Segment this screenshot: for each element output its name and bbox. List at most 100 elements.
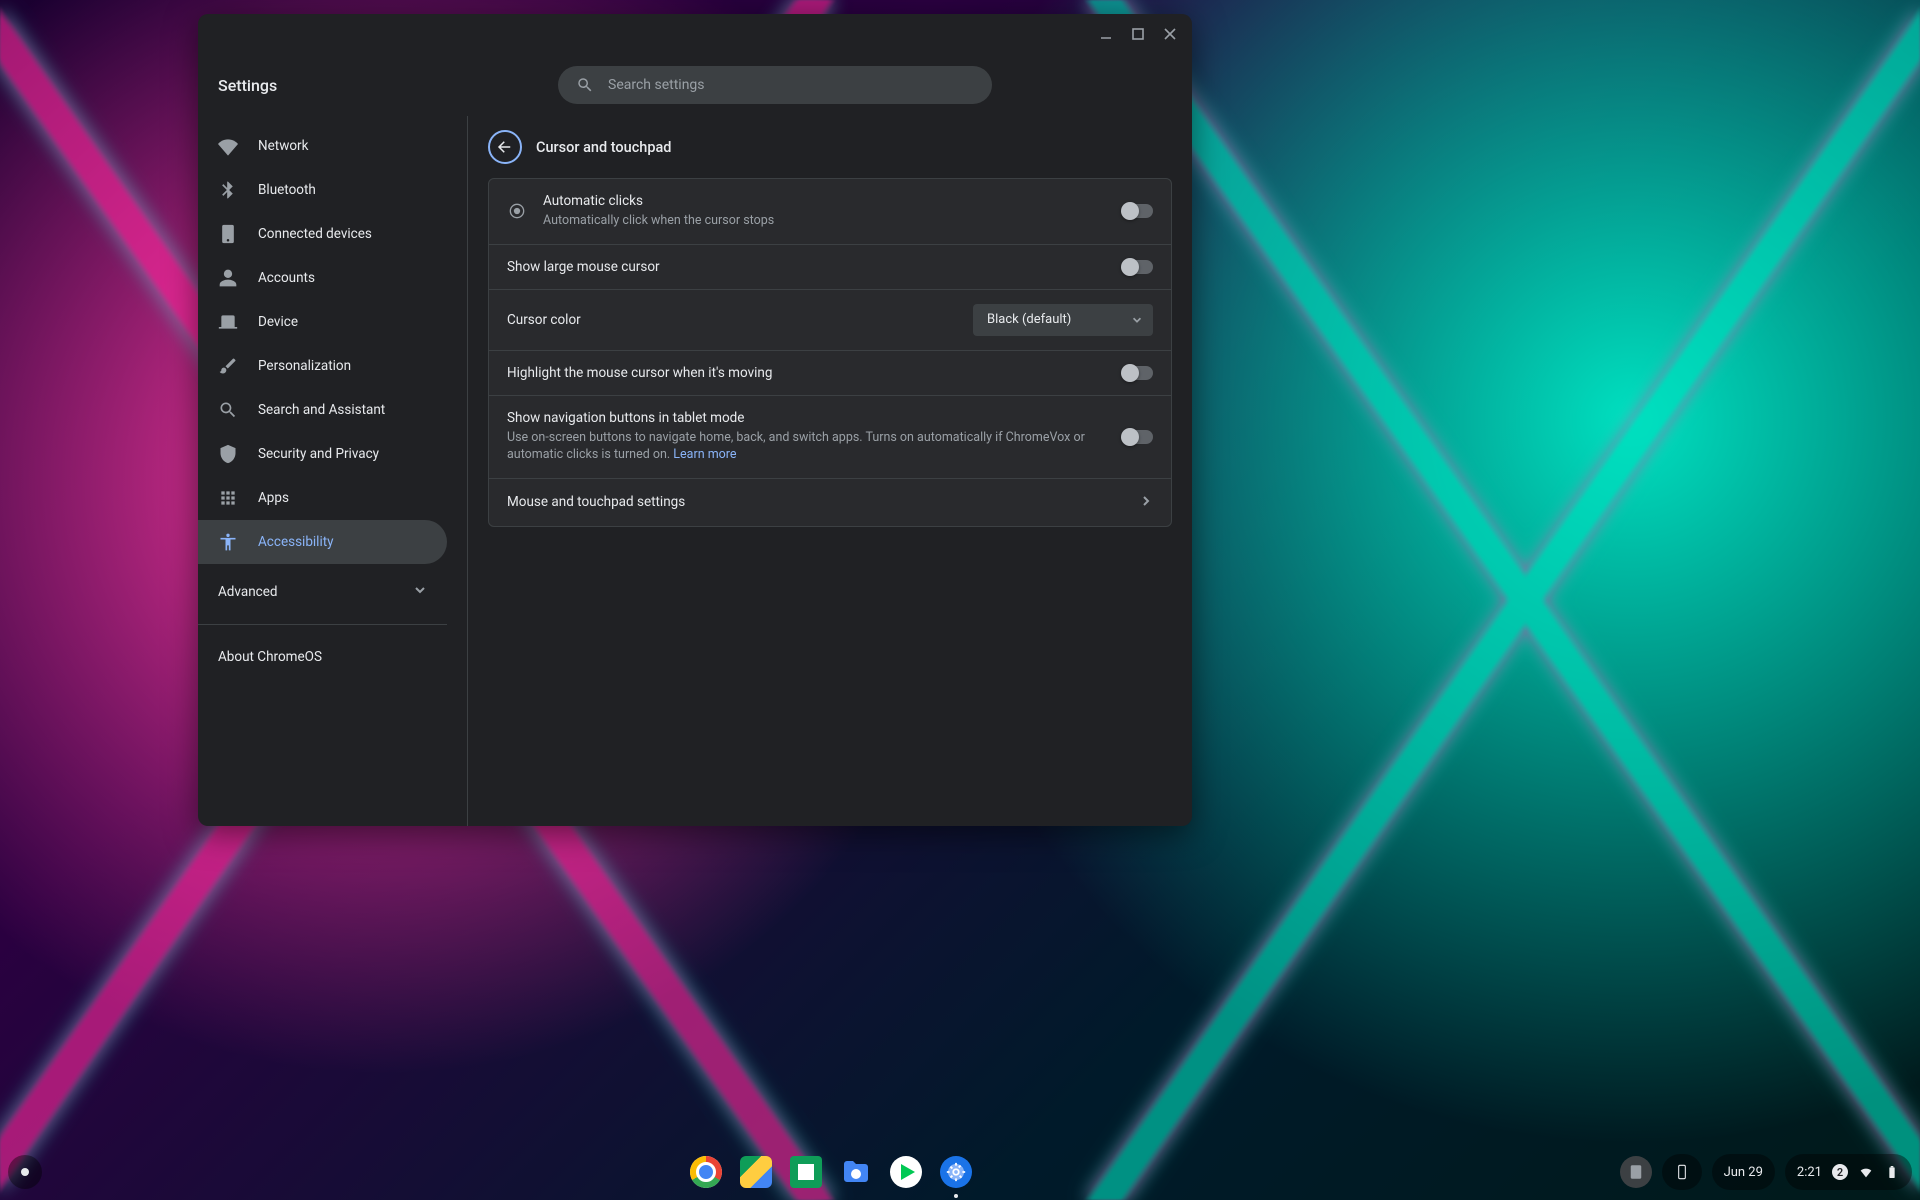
minimize-icon [1099, 27, 1113, 41]
shelf-apps [690, 1156, 972, 1188]
tray-status[interactable]: 2:21 2 [1785, 1154, 1912, 1190]
sidebar-item-security[interactable]: Security and Privacy [198, 432, 447, 476]
settings-window: Settings Network Bluetooth Connected dev… [198, 14, 1192, 826]
back-button[interactable] [488, 130, 522, 164]
sidebar-item-connected-devices[interactable]: Connected devices [198, 212, 447, 256]
sidebar-divider [198, 624, 447, 625]
select-value: Black (default) [987, 312, 1071, 327]
gear-icon [945, 1161, 967, 1183]
devices-icon [218, 224, 238, 244]
sidebar-label: Connected devices [258, 226, 372, 242]
apps-grid-icon [218, 488, 238, 508]
app-sheets[interactable] [790, 1156, 822, 1188]
chevron-down-icon [413, 583, 427, 601]
launcher-icon [21, 1168, 29, 1176]
row-title: Cursor color [507, 312, 957, 328]
battery-icon [1884, 1164, 1900, 1180]
toggle-tablet-nav[interactable] [1123, 430, 1153, 444]
brush-icon [218, 356, 238, 376]
sidebar-label: Search and Assistant [258, 402, 385, 418]
settings-card: Automatic clicks Automatically click whe… [488, 178, 1172, 527]
toggle-highlight-cursor[interactable] [1123, 366, 1153, 380]
target-icon [507, 201, 527, 221]
row-title: Show large mouse cursor [507, 259, 1107, 275]
select-cursor-color[interactable]: Black (default) [973, 304, 1153, 336]
sidebar-label: Personalization [258, 358, 351, 374]
app-running-indicator [954, 1194, 958, 1198]
sidebar-item-network[interactable]: Network [198, 124, 447, 168]
tray-date[interactable]: Jun 29 [1712, 1154, 1775, 1190]
row-cursor-color: Cursor color Black (default) [489, 289, 1171, 350]
close-button[interactable] [1156, 20, 1184, 48]
sidebar-label: Bluetooth [258, 182, 316, 198]
maximize-button[interactable] [1124, 20, 1152, 48]
sidebar-item-advanced[interactable]: Advanced [198, 570, 447, 614]
sidebar-label: Accounts [258, 270, 315, 286]
sidebar: Network Bluetooth Connected devices Acco… [198, 116, 468, 826]
row-title: Mouse and touchpad settings [507, 494, 1123, 510]
date-text: Jun 29 [1724, 1165, 1763, 1180]
app-chrome[interactable] [690, 1156, 722, 1188]
sidebar-item-about[interactable]: About ChromeOS [198, 635, 447, 679]
app-files[interactable] [840, 1156, 872, 1188]
page-title: Cursor and touchpad [536, 139, 671, 156]
sidebar-item-personalization[interactable]: Personalization [198, 344, 447, 388]
sidebar-item-accounts[interactable]: Accounts [198, 256, 447, 300]
chevron-down-icon [1131, 314, 1143, 326]
shelf: Jun 29 2:21 2 [0, 1144, 1920, 1200]
search-field[interactable] [558, 66, 992, 104]
app-drive[interactable] [740, 1156, 772, 1188]
window-titlebar [198, 14, 1192, 54]
sidebar-label: Security and Privacy [258, 446, 379, 462]
time-text: 2:21 [1797, 1165, 1822, 1180]
minimize-button[interactable] [1092, 20, 1120, 48]
row-title: Show navigation buttons in tablet mode [507, 410, 1107, 426]
notification-badge: 2 [1832, 1164, 1848, 1180]
sidebar-item-device[interactable]: Device [198, 300, 447, 344]
note-icon [1627, 1163, 1645, 1181]
search-icon [576, 76, 594, 94]
search-small-icon [218, 400, 238, 420]
laptop-icon [218, 312, 238, 332]
bluetooth-icon [218, 180, 238, 200]
sidebar-item-accessibility[interactable]: Accessibility [198, 520, 447, 564]
wifi-icon [218, 136, 238, 156]
accessibility-icon [218, 532, 238, 552]
content: Cursor and touchpad Automatic clicks Aut… [468, 116, 1192, 826]
shield-icon [218, 444, 238, 464]
folder-icon [840, 1156, 872, 1188]
row-subtitle: Use on-screen buttons to navigate home, … [507, 429, 1107, 464]
row-title: Highlight the mouse cursor when it's mov… [507, 365, 1107, 381]
sidebar-item-bluetooth[interactable]: Bluetooth [198, 168, 447, 212]
person-icon [218, 268, 238, 288]
learn-more-link[interactable]: Learn more [673, 447, 736, 462]
sidebar-item-apps[interactable]: Apps [198, 476, 447, 520]
header: Settings [198, 54, 1192, 116]
toggle-large-cursor[interactable] [1123, 260, 1153, 274]
arrow-left-icon [496, 138, 514, 156]
chevron-right-icon [1139, 493, 1153, 512]
phone-icon [1674, 1164, 1690, 1180]
sidebar-label: Device [258, 314, 298, 330]
sidebar-item-search-assistant[interactable]: Search and Assistant [198, 388, 447, 432]
search-input[interactable] [608, 77, 974, 93]
toggle-automatic-clicks[interactable] [1123, 204, 1153, 218]
wifi-status-icon [1858, 1164, 1874, 1180]
app-play-store[interactable] [890, 1156, 922, 1188]
row-tablet-nav: Show navigation buttons in tablet mode U… [489, 395, 1171, 478]
app-title: Settings [218, 76, 558, 95]
row-large-cursor: Show large mouse cursor [489, 244, 1171, 289]
close-icon [1163, 27, 1177, 41]
tray-phone-hub[interactable] [1662, 1154, 1702, 1190]
row-automatic-clicks: Automatic clicks Automatically click whe… [489, 179, 1171, 244]
app-settings[interactable] [940, 1156, 972, 1188]
tray-app[interactable] [1620, 1156, 1652, 1188]
maximize-icon [1131, 27, 1145, 41]
sidebar-label: Apps [258, 490, 289, 506]
sidebar-label: Advanced [218, 584, 278, 600]
sidebar-label: Accessibility [258, 534, 334, 550]
launcher-button[interactable] [8, 1155, 42, 1189]
row-mouse-touchpad-settings[interactable]: Mouse and touchpad settings [489, 478, 1171, 526]
row-highlight-cursor: Highlight the mouse cursor when it's mov… [489, 350, 1171, 395]
row-subtitle: Automatically click when the cursor stop… [543, 212, 1107, 230]
